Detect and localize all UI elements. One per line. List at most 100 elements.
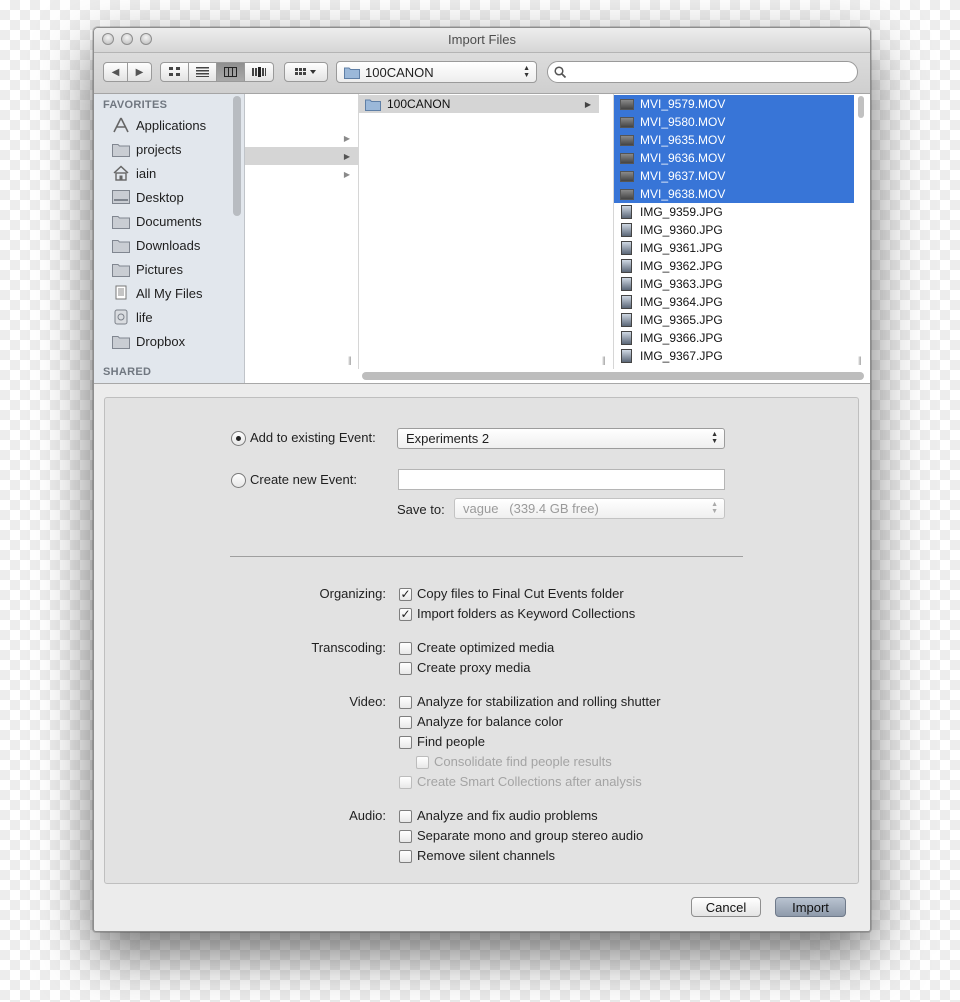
- sidebar-item-life[interactable]: life: [94, 306, 234, 328]
- parent-item-selected[interactable]: ▶: [245, 147, 358, 165]
- sidebar-item-dropbox[interactable]: Dropbox: [94, 330, 234, 352]
- sidebar-item-iain[interactable]: iain: [94, 162, 234, 184]
- shared-heading: SHARED: [103, 366, 152, 378]
- transcoding-option-label: Create proxy media: [417, 660, 531, 675]
- folder-icon: [365, 99, 381, 111]
- file-row[interactable]: IMG_9359.JPG: [614, 203, 854, 221]
- search-field[interactable]: [547, 61, 858, 83]
- sidebar-item-desktop[interactable]: Desktop: [94, 186, 234, 208]
- column-resize-handle[interactable]: ||: [348, 355, 352, 365]
- file-browser: FAVORITES Applications projects iain Deskto…: [94, 94, 870, 384]
- add-existing-event-label: Add to existing Event:: [250, 430, 376, 445]
- file-row[interactable]: IMG_9360.JPG: [614, 221, 854, 239]
- sidebar-item-documents[interactable]: Documents: [94, 210, 234, 232]
- sidebar-item-label: Applications: [136, 117, 207, 133]
- video-option-label: Analyze for stabilization and rolling sh…: [417, 694, 661, 709]
- icon-view-button[interactable]: [160, 62, 189, 82]
- parent-item[interactable]: ▶: [245, 165, 358, 183]
- video-checkbox-0[interactable]: [399, 696, 412, 709]
- sidebar-item-downloads[interactable]: Downloads: [94, 234, 234, 256]
- file-row[interactable]: IMG_9364.JPG: [614, 293, 854, 311]
- image-thumbnail-icon: [621, 331, 632, 345]
- organizing-checkbox-1[interactable]: ✓: [399, 608, 412, 621]
- cancel-button[interactable]: Cancel: [691, 897, 761, 917]
- list-view-button[interactable]: [189, 62, 217, 82]
- image-thumbnail-icon: [621, 349, 632, 363]
- sidebar-item-applications[interactable]: Applications: [94, 114, 234, 136]
- file-row[interactable]: MVI_9638.MOV: [614, 185, 854, 203]
- back-button[interactable]: ◀: [103, 62, 128, 82]
- file-name: IMG_9363.JPG: [640, 277, 723, 291]
- file-row[interactable]: IMG_9362.JPG: [614, 257, 854, 275]
- audio-checkbox-1[interactable]: [399, 830, 412, 843]
- folder-item-selected[interactable]: 100CANON ▶: [359, 95, 599, 113]
- file-row[interactable]: IMG_9366.JPG: [614, 329, 854, 347]
- sidebar-item-label: Dropbox: [136, 333, 186, 349]
- transcoding-checkbox-1[interactable]: [399, 662, 412, 675]
- arrange-menu-button[interactable]: [284, 62, 328, 82]
- import-button[interactable]: Import: [775, 897, 846, 917]
- file-row[interactable]: IMG_9363.JPG: [614, 275, 854, 293]
- video-option-label: Create Smart Collections after analysis: [417, 774, 642, 789]
- column-resize-handle[interactable]: ||: [858, 355, 862, 365]
- disclosure-arrow-icon: ▶: [584, 99, 591, 109]
- favorites-heading: FAVORITES: [103, 99, 168, 111]
- file-name: IMG_9360.JPG: [640, 223, 723, 237]
- audio-option-label: Separate mono and group stereo audio: [417, 828, 644, 843]
- file-name: IMG_9366.JPG: [640, 331, 723, 345]
- horizontal-scrollbar[interactable]: [362, 372, 864, 380]
- path-popup[interactable]: 100CANON ▲ ▼: [336, 61, 537, 83]
- file-row[interactable]: MVI_9579.MOV: [614, 95, 854, 113]
- video-option-label: Find people: [417, 734, 485, 749]
- file-row[interactable]: MVI_9635.MOV: [614, 131, 854, 149]
- path-popup-label: 100CANON: [365, 64, 434, 80]
- forward-button[interactable]: ▶: [128, 62, 152, 82]
- file-name: MVI_9580.MOV: [640, 115, 726, 129]
- image-thumbnail-icon: [621, 223, 632, 237]
- files-vertical-scrollbar[interactable]: [858, 96, 864, 118]
- sidebar-item-label: projects: [136, 141, 182, 157]
- coverflow-view-button[interactable]: [245, 62, 274, 82]
- sidebar: FAVORITES Applications projects iain Deskto…: [94, 94, 245, 383]
- file-row[interactable]: IMG_9361.JPG: [614, 239, 854, 257]
- video-checkbox-1[interactable]: [399, 716, 412, 729]
- file-name: MVI_9636.MOV: [640, 151, 726, 165]
- audio-checkbox-2[interactable]: [399, 850, 412, 863]
- add-existing-event-radio[interactable]: [231, 431, 246, 446]
- organizing-checkbox-0[interactable]: ✓: [399, 588, 412, 601]
- disclosure-arrow-icon: ▶: [343, 133, 350, 143]
- video-thumbnail-icon: [620, 98, 634, 110]
- image-thumbnail-icon: [621, 295, 632, 309]
- updown-chevron-icon: ▲ ▼: [523, 65, 530, 79]
- import-options-panel: Add to existing Event: Experiments 2 ▲ ▼ …: [104, 397, 859, 884]
- video-checkbox-2[interactable]: [399, 736, 412, 749]
- file-row[interactable]: IMG_9365.JPG: [614, 311, 854, 329]
- video-label: Video:: [349, 694, 386, 709]
- toolbar: ◀ ▶ 100CANON ▲ ▼: [94, 53, 870, 94]
- existing-event-value: Experiments 2: [406, 431, 490, 446]
- create-new-event-radio[interactable]: [231, 473, 246, 488]
- folder-column: 100CANON ▶ ||: [359, 94, 614, 369]
- file-row[interactable]: MVI_9580.MOV: [614, 113, 854, 131]
- save-to-popup[interactable]: vague (339.4 GB free) ▲ ▼: [454, 498, 725, 519]
- column-resize-handle[interactable]: ||: [602, 355, 606, 365]
- video-thumbnail-icon: [620, 152, 634, 164]
- audio-checkbox-0[interactable]: [399, 810, 412, 823]
- transcoding-checkbox-0[interactable]: [399, 642, 412, 655]
- existing-event-popup[interactable]: Experiments 2 ▲ ▼: [397, 428, 725, 449]
- file-row[interactable]: MVI_9637.MOV: [614, 167, 854, 185]
- sidebar-item-projects[interactable]: projects: [94, 138, 234, 160]
- sidebar-scrollbar[interactable]: [233, 96, 241, 216]
- title-bar: Import Files: [94, 28, 870, 53]
- sidebar-item-pictures[interactable]: Pictures: [94, 258, 234, 280]
- image-thumbnail-icon: [621, 313, 632, 327]
- icon-view-icon: [168, 67, 180, 76]
- file-row[interactable]: IMG_9367.JPG: [614, 347, 854, 365]
- parent-item[interactable]: ▶: [245, 129, 358, 147]
- file-row[interactable]: MVI_9636.MOV: [614, 149, 854, 167]
- create-new-event-label: Create new Event:: [250, 472, 357, 487]
- new-event-name-field[interactable]: [398, 469, 725, 490]
- file-name: MVI_9638.MOV: [640, 187, 726, 201]
- column-view-button[interactable]: [217, 62, 245, 82]
- sidebar-item-all-my-files[interactable]: All My Files: [94, 282, 234, 304]
